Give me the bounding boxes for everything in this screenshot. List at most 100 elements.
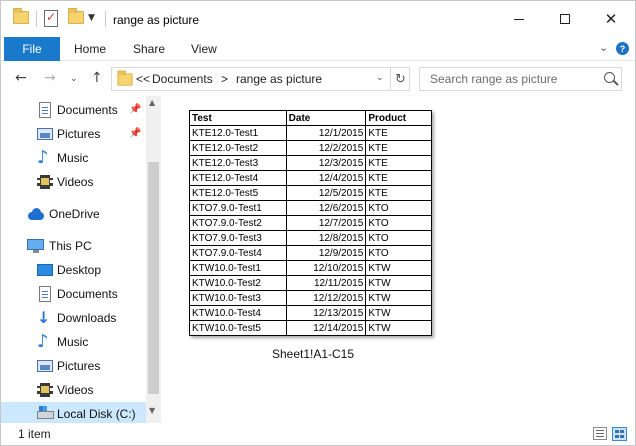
search-icon	[604, 72, 615, 83]
nav-item-documents[interactable]: Documents	[1, 282, 146, 306]
thumbnail-cell: KTE12.0-Test1	[189, 125, 287, 141]
pictures-icon	[37, 126, 53, 142]
nav-item-videos[interactable]: Videos	[1, 378, 146, 402]
maximize-button[interactable]	[542, 1, 588, 37]
thumbnail-cell: KTE12.0-Test3	[189, 155, 287, 171]
nav-item-label: Documents	[57, 103, 118, 117]
nav-item-pictures-quick[interactable]: Pictures 📌	[1, 122, 146, 146]
pin-icon: 📌	[129, 104, 142, 115]
status-bar: 1 item	[1, 423, 635, 445]
navigation-pane: Documents 📌 Pictures 📌 ♪ Music Videos On…	[1, 96, 161, 423]
address-bar-row: ← → ⌄ ↑ << Documents > range as picture …	[1, 62, 635, 96]
nav-item-videos-quick[interactable]: Videos	[1, 170, 146, 194]
properties-icon[interactable]	[44, 10, 58, 27]
refresh-button[interactable]: ↻	[390, 68, 410, 90]
nav-item-label: Documents	[57, 287, 118, 301]
tab-view[interactable]: View	[191, 42, 217, 56]
thumbnail-cell: KTE	[365, 155, 432, 171]
breadcrumb-separator[interactable]: >	[221, 72, 228, 86]
nav-item-local-disk[interactable]: Local Disk (C:)	[1, 402, 146, 423]
close-button[interactable]: ✕	[588, 1, 634, 37]
nav-item-downloads[interactable]: ↓ Downloads	[1, 306, 146, 330]
videos-icon	[37, 382, 53, 398]
expand-ribbon-icon[interactable]: ⌄	[599, 41, 608, 54]
large-icons-view-icon[interactable]	[612, 427, 627, 441]
tab-home[interactable]: Home	[74, 42, 106, 56]
thumbnail-cell: 12/12/2015	[285, 290, 367, 306]
nav-item-this-pc[interactable]: This PC	[1, 234, 146, 258]
file-explorer-window: ▼ range as picture ✕ File Home Share Vie…	[0, 0, 636, 446]
address-overflow[interactable]: <<	[136, 72, 150, 86]
search-input[interactable]: Search range as picture	[430, 72, 557, 86]
tab-share[interactable]: Share	[133, 42, 165, 56]
thumbnail-row: KTO7.9.0-Test3 12/8/2015 KTO	[189, 230, 432, 246]
file-name[interactable]: Sheet1!A1-C15	[233, 347, 393, 361]
thumbnail-cell: 12/2/2015	[285, 140, 367, 156]
nav-item-onedrive[interactable]: OneDrive	[1, 202, 146, 226]
close-icon: ✕	[604, 9, 618, 28]
customize-toolbar-icon[interactable]: ▼	[88, 13, 95, 23]
file-thumbnail[interactable]: Test Date Product KTE12.0-Test1 12/1/2015…	[189, 110, 432, 336]
scrollbar-thumb[interactable]	[148, 162, 159, 394]
address-dropdown-icon[interactable]: ⌄	[376, 73, 384, 83]
breadcrumb-documents[interactable]: Documents	[152, 72, 213, 86]
thumbnail-cell: KTO	[365, 200, 432, 216]
address-bar[interactable]: << Documents > range as picture ⌄ ↻	[111, 67, 410, 91]
nav-scrollbar[interactable]: ▲ ▼	[146, 96, 161, 423]
nav-item-pictures[interactable]: Pictures	[1, 354, 146, 378]
nav-item-desktop[interactable]: Desktop	[1, 258, 146, 282]
minimize-button[interactable]	[496, 1, 542, 37]
thumbnail-row: KTW10.0-Test1 12/10/2015 KTW	[189, 260, 432, 276]
thumbnail-cell: 12/3/2015	[285, 155, 367, 171]
breadcrumb-range-as-picture[interactable]: range as picture	[236, 72, 322, 86]
nav-item-music-quick[interactable]: ♪ Music	[1, 146, 146, 170]
thumbnail-cell: KTW	[365, 320, 432, 336]
thumbnail-cell: KTE12.0-Test2	[189, 140, 287, 156]
folder-icon	[117, 70, 133, 86]
thumbnail-row: KTE12.0-Test5 12/5/2015 KTE	[189, 185, 432, 201]
thumbnail-cell: 12/8/2015	[285, 230, 367, 246]
thumbnail-cell: KTW10.0-Test3	[189, 290, 287, 306]
thumbnail-cell: KTW10.0-Test5	[189, 320, 287, 336]
thumbnail-cell: 12/13/2015	[285, 305, 367, 321]
thumbnail-row: KTO7.9.0-Test1 12/6/2015 KTO	[189, 200, 432, 216]
thumbnail-row: KTW10.0-Test2 12/11/2015 KTW	[189, 275, 432, 291]
documents-icon	[37, 286, 53, 302]
thumbnail-cell: KTO	[365, 230, 432, 246]
thumbnail-header-cell: Date	[285, 110, 367, 126]
nav-item-label: OneDrive	[49, 207, 100, 221]
nav-item-label: Desktop	[57, 263, 102, 277]
recent-locations-icon[interactable]: ⌄	[70, 74, 78, 84]
thumbnail-cell: KTE	[365, 185, 432, 201]
nav-item-label: Local Disk (C:)	[57, 407, 136, 421]
nav-item-documents-quick[interactable]: Documents 📌	[1, 98, 146, 122]
forward-button[interactable]: →	[44, 70, 56, 86]
thumbnail-cell: KTE	[365, 170, 432, 186]
nav-item-label: Pictures	[57, 359, 101, 373]
nav-item-music[interactable]: ♪ Music	[1, 330, 146, 354]
file-list: Test Date Product KTE12.0-Test1 12/1/2015…	[161, 96, 635, 423]
pin-icon: 📌	[129, 128, 142, 139]
thumbnail-row: KTO7.9.0-Test4 12/9/2015 KTO	[189, 245, 432, 261]
minimize-icon	[514, 18, 524, 20]
nav-item-label: Music	[57, 335, 89, 349]
thumbnail-cell: KTW	[365, 275, 432, 291]
thumbnail-cell: KTE12.0-Test4	[189, 170, 287, 186]
scroll-down-icon[interactable]: ▼	[149, 406, 155, 415]
new-folder-icon[interactable]	[68, 8, 84, 24]
thumbnail-cell: KTE	[365, 140, 432, 156]
thumbnail-cell: 12/9/2015	[285, 245, 367, 261]
thumbnail-cell: 12/11/2015	[285, 275, 367, 291]
search-box[interactable]: Search range as picture	[419, 67, 622, 91]
thumbnail-header-row: Test Date Product	[189, 110, 432, 126]
thumbnail-cell: KTO	[365, 245, 432, 261]
back-button[interactable]: ←	[15, 70, 27, 86]
tab-file[interactable]: File	[4, 37, 60, 61]
toolbar-divider	[36, 11, 37, 27]
details-view-icon[interactable]	[593, 427, 607, 440]
thumbnail-row: KTE12.0-Test1 12/1/2015 KTE	[189, 125, 432, 141]
scroll-up-icon[interactable]: ▲	[149, 98, 155, 107]
music-icon: ♪	[37, 331, 49, 352]
help-icon[interactable]: ?	[616, 42, 629, 55]
up-button[interactable]: ↑	[91, 70, 103, 86]
